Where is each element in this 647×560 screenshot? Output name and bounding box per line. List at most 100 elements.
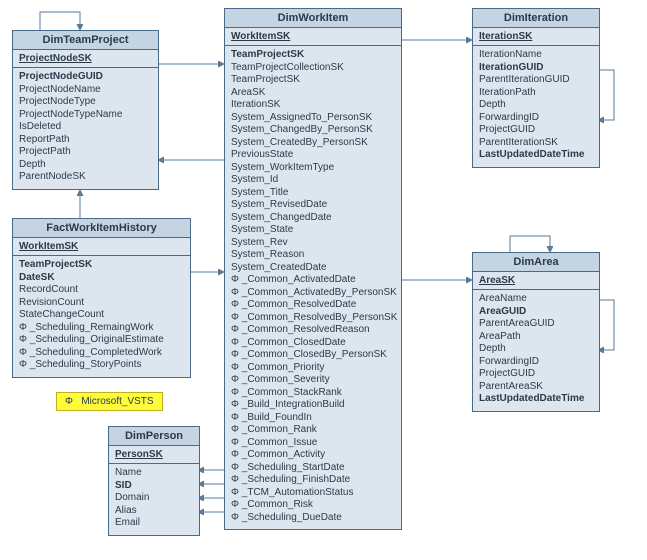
entity-field: ParentAreaSK: [479, 381, 593, 394]
entity-field: IterationSK: [231, 99, 395, 112]
entity-field: LastUpdatedDateTime: [479, 393, 593, 406]
entity-field: Φ _Common_ClosedBy_PersonSK: [231, 349, 395, 362]
entity-field: Depth: [479, 343, 593, 356]
entity-title: FactWorkItemHistory: [13, 219, 190, 238]
entity-field: Φ _Scheduling_CompletedWork: [19, 347, 184, 360]
entity-field: PreviousState: [231, 149, 395, 162]
entity-pk: PersonSK: [109, 446, 199, 464]
entity-field: StateChangeCount: [19, 309, 184, 322]
entity-field: Email: [115, 517, 193, 530]
entity-field: Φ _Common_Severity: [231, 374, 395, 387]
entity-field: ProjectNodeName: [19, 84, 152, 97]
entity-field: Φ _Common_ActivatedBy_PersonSK: [231, 287, 395, 300]
entity-field: Φ _Scheduling_DueDate: [231, 512, 395, 525]
note-bullet: Φ: [65, 396, 73, 407]
entity-field: AreaName: [479, 293, 593, 306]
entity-field: System_Rev: [231, 237, 395, 250]
note-microsoft-vsts: Φ Microsoft_VSTS: [56, 392, 163, 411]
entity-fields: TeamProjectSKTeamProjectCollectionSKTeam…: [225, 46, 401, 529]
entity-field: System_State: [231, 224, 395, 237]
entity-field: RevisionCount: [19, 297, 184, 310]
entity-title: DimWorkItem: [225, 9, 401, 28]
entity-field: ProjectGUID: [479, 124, 593, 137]
entity-dim-area: DimArea AreaSK AreaNameAreaGUIDParentAre…: [472, 252, 600, 412]
entity-dim-work-item: DimWorkItem WorkItemSK TeamProjectSKTeam…: [224, 8, 402, 530]
entity-field: Φ _Common_StackRank: [231, 387, 395, 400]
entity-pk: AreaSK: [473, 272, 599, 290]
entity-field: System_Title: [231, 187, 395, 200]
entity-field: Φ _Scheduling_FinishDate: [231, 474, 395, 487]
entity-field: Φ _Common_ResolvedBy_PersonSK: [231, 312, 395, 325]
entity-field: Φ _Common_ClosedDate: [231, 337, 395, 350]
entity-field: Depth: [19, 159, 152, 172]
entity-field: ProjectNodeTypeName: [19, 109, 152, 122]
entity-field: AreaSK: [231, 87, 395, 100]
entity-dim-iteration: DimIteration IterationSK IterationNameIt…: [472, 8, 600, 168]
entity-pk: WorkItemSK: [13, 238, 190, 256]
entity-field: IterationPath: [479, 87, 593, 100]
entity-field: System_Id: [231, 174, 395, 187]
entity-field: Φ _Common_Risk: [231, 499, 395, 512]
entity-field: Φ _Scheduling_OriginalEstimate: [19, 334, 184, 347]
entity-field: System_CreatedDate: [231, 262, 395, 275]
entity-field: Φ _Scheduling_StartDate: [231, 462, 395, 475]
entity-field: ProjectNodeType: [19, 96, 152, 109]
entity-field: TeamProjectSK: [19, 259, 184, 272]
entity-fields: ProjectNodeGUIDProjectNodeNameProjectNod…: [13, 68, 158, 189]
entity-field: Φ _Common_ResolvedDate: [231, 299, 395, 312]
entity-field: Φ _Common_Activity: [231, 449, 395, 462]
note-label: Microsoft_VSTS: [81, 396, 153, 407]
entity-fields: TeamProjectSKDateSKRecordCountRevisionCo…: [13, 256, 190, 377]
entity-field: ForwardingID: [479, 356, 593, 369]
entity-field: System_ChangedBy_PersonSK: [231, 124, 395, 137]
entity-field: System_ChangedDate: [231, 212, 395, 225]
entity-field: Φ _Common_ActivatedDate: [231, 274, 395, 287]
entity-field: ReportPath: [19, 134, 152, 147]
entity-field: SID: [115, 480, 193, 493]
entity-fact-work-item-history: FactWorkItemHistory WorkItemSK TeamProje…: [12, 218, 191, 378]
entity-field: Domain: [115, 492, 193, 505]
entity-field: Φ _Common_Issue: [231, 437, 395, 450]
entity-field: System_RevisedDate: [231, 199, 395, 212]
entity-field: TeamProjectSK: [231, 49, 395, 62]
entity-field: ParentNodeSK: [19, 171, 152, 184]
entity-field: Φ _Build_FoundIn: [231, 412, 395, 425]
entity-field: Φ _Scheduling_RemaingWork: [19, 322, 184, 335]
entity-field: IsDeleted: [19, 121, 152, 134]
entity-field: Φ _TCM_AutomationStatus: [231, 487, 395, 500]
entity-field: ParentIterationGUID: [479, 74, 593, 87]
entity-field: IterationName: [479, 49, 593, 62]
entity-title: DimTeamProject: [13, 31, 158, 50]
entity-title: DimArea: [473, 253, 599, 272]
entity-field: AreaGUID: [479, 306, 593, 319]
entity-fields: AreaNameAreaGUIDParentAreaGUIDAreaPathDe…: [473, 290, 599, 411]
entity-field: IterationGUID: [479, 62, 593, 75]
entity-field: TeamProjectCollectionSK: [231, 62, 395, 75]
entity-title: DimPerson: [109, 427, 199, 446]
entity-field: DateSK: [19, 272, 184, 285]
entity-field: ParentIterationSK: [479, 137, 593, 150]
entity-field: ProjectPath: [19, 146, 152, 159]
entity-field: ParentAreaGUID: [479, 318, 593, 331]
entity-field: AreaPath: [479, 331, 593, 344]
entity-field: ForwardingID: [479, 112, 593, 125]
entity-field: Alias: [115, 505, 193, 518]
entity-field: System_WorkItemType: [231, 162, 395, 175]
entity-field: RecordCount: [19, 284, 184, 297]
entity-field: ProjectNodeGUID: [19, 71, 152, 84]
entity-field: Φ _Common_Rank: [231, 424, 395, 437]
entity-field: Φ _Common_Priority: [231, 362, 395, 375]
entity-field: Depth: [479, 99, 593, 112]
entity-field: System_Reason: [231, 249, 395, 262]
entity-field: System_CreatedBy_PersonSK: [231, 137, 395, 150]
entity-field: Φ _Scheduling_StoryPoints: [19, 359, 184, 372]
entity-field: Φ _Common_ResolvedReason: [231, 324, 395, 337]
entity-pk: ProjectNodeSK: [13, 50, 158, 68]
entity-field: TeamProjectSK: [231, 74, 395, 87]
entity-field: System_AssignedTo_PersonSK: [231, 112, 395, 125]
entity-pk: IterationSK: [473, 28, 599, 46]
entity-title: DimIteration: [473, 9, 599, 28]
entity-dim-team-project: DimTeamProject ProjectNodeSK ProjectNode…: [12, 30, 159, 190]
entity-field: Φ _Build_IntegrationBuild: [231, 399, 395, 412]
entity-pk: WorkItemSK: [225, 28, 401, 46]
